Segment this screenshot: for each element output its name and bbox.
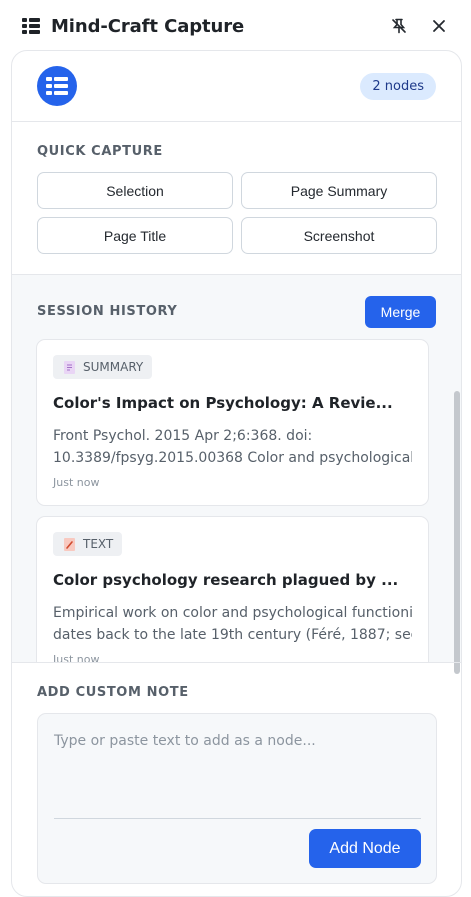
capture-panel: 2 nodes QUICK CAPTURE Selection Page Sum… <box>11 50 462 897</box>
card-preview: Front Psychol. 2015 Apr 2;6:368. doi: 10… <box>53 425 412 469</box>
card-preview: Empirical work on color and psychologica… <box>53 602 412 646</box>
custom-note-input[interactable] <box>38 714 436 818</box>
panel-header: 2 nodes <box>12 51 461 122</box>
capture-selection-button[interactable]: Selection <box>37 172 233 209</box>
custom-note-label: ADD CUSTOM NOTE <box>37 685 189 700</box>
card-title: Color psychology research plagued by ... <box>53 571 399 589</box>
summary-doc-icon <box>64 360 75 374</box>
quick-capture-section: QUICK CAPTURE Selection Page Summary Pag… <box>12 122 461 275</box>
quick-capture-label: QUICK CAPTURE <box>37 144 163 159</box>
session-history-header: SESSION HISTORY Merge <box>12 275 461 328</box>
add-node-button[interactable]: Add Node <box>309 829 421 868</box>
card-title: Color's Impact on Psychology: A Revie... <box>53 394 393 412</box>
unpin-icon[interactable] <box>389 16 409 36</box>
capture-page-title-button[interactable]: Page Title <box>37 217 233 254</box>
quick-capture-grid: Selection Page Summary Page Title Screen… <box>37 172 437 254</box>
type-tag-label: SUMMARY <box>83 360 144 374</box>
card-preview-line: 10.3389/fpsyg.2015.00368 Color and psych… <box>53 450 412 466</box>
history-list[interactable]: SUMMARY Color's Impact on Psychology: A … <box>36 339 430 662</box>
capture-screenshot-button[interactable]: Screenshot <box>241 217 437 254</box>
text-note-icon <box>64 537 75 551</box>
type-tag-label: TEXT <box>83 537 114 551</box>
card-timestamp: Just now <box>53 653 100 662</box>
card-timestamp: Just now <box>53 476 100 489</box>
type-tag: SUMMARY <box>53 355 153 379</box>
mindcraft-logo-icon <box>37 66 77 106</box>
list-logo-icon <box>22 18 40 34</box>
card-preview-line: dates back to the late 19th century (Fér… <box>53 627 412 643</box>
card-preview-line: Empirical work on color and psychologica… <box>53 605 412 621</box>
history-scrollbar[interactable] <box>454 391 460 674</box>
capture-page-summary-button[interactable]: Page Summary <box>241 172 437 209</box>
session-history-section: SESSION HISTORY Merge SUMMARY Color's Im… <box>12 275 461 674</box>
close-icon[interactable] <box>429 16 449 36</box>
node-count-badge: 2 nodes <box>360 72 436 100</box>
app-title: Mind-Craft Capture <box>51 15 245 37</box>
divider <box>54 818 421 819</box>
type-tag: TEXT <box>53 532 123 556</box>
session-history-label: SESSION HISTORY <box>37 304 178 319</box>
note-composer: Add Node <box>37 713 437 884</box>
merge-button[interactable]: Merge <box>365 296 436 328</box>
custom-note-section: ADD CUSTOM NOTE Add Node <box>12 662 461 896</box>
history-card[interactable]: SUMMARY Color's Impact on Psychology: A … <box>36 339 429 506</box>
card-preview-line: Front Psychol. 2015 Apr 2;6:368. doi: <box>53 428 313 444</box>
history-card[interactable]: TEXT Color psychology research plagued b… <box>36 516 429 662</box>
title-bar: Mind-Craft Capture <box>0 0 471 52</box>
